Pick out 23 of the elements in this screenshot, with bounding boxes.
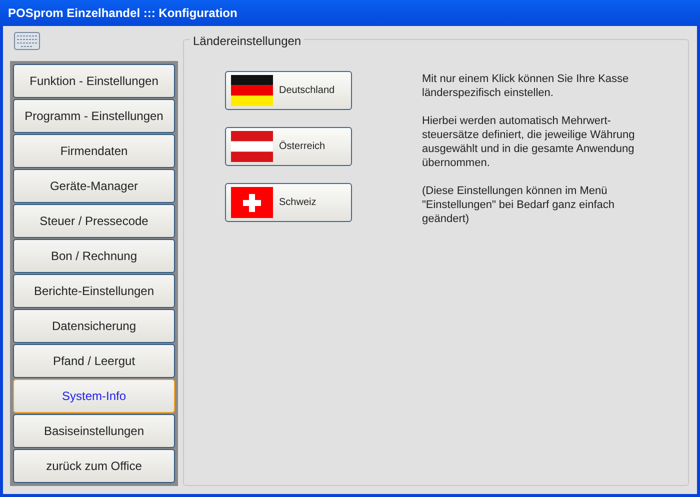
sidebar-item[interactable]: Bon / Rechnung	[13, 239, 175, 273]
sidebar-item[interactable]: Firmendaten	[13, 134, 175, 168]
country-button[interactable]: Schweiz	[225, 183, 352, 222]
country-button[interactable]: Deutschland	[225, 71, 352, 110]
flag-icon	[231, 131, 273, 162]
country-button[interactable]: Österreich	[225, 127, 352, 166]
sidebar-item[interactable]: Pfand / Leergut	[13, 344, 175, 378]
flag-icon	[231, 75, 273, 106]
sidebar-item[interactable]: Steuer / Pressecode	[13, 204, 175, 238]
sidebar-item[interactable]: Basiseinstellungen	[13, 414, 175, 448]
sidebar-item[interactable]: Funktion - Einstellungen	[13, 64, 175, 98]
flag-icon	[231, 187, 273, 218]
info-paragraph: Mit nur einem Klick können Sie Ihre Kasse länderspezifisch einstellen.	[422, 72, 630, 100]
window-title: POSprom Einzelhandel ::: Konfiguration	[8, 5, 238, 22]
sidebar-item[interactable]: Datensicherung	[13, 309, 175, 343]
info-paragraph: Hierbei werden automatisch Mehrwert-steuersätze definiert, die jeweilige Währung ausgewählt und in die gesamte Anwendung übernommen.	[422, 114, 636, 170]
keyboard-icon[interactable]	[14, 32, 40, 50]
sidebar-item[interactable]: Berichte-Einstellungen	[13, 274, 175, 308]
sidebar-item[interactable]: System-Info	[13, 379, 175, 413]
sidebar-item[interactable]: Geräte-Manager	[13, 169, 175, 203]
sidebar-item[interactable]: Programm - Einstellungen	[13, 99, 175, 133]
sidebar-item[interactable]: zurück zum Office	[13, 449, 175, 483]
info-paragraph: (Diese Einstellungen können im Menü "Einstellungen" bei Bedarf ganz einfach geändert)	[422, 184, 616, 226]
